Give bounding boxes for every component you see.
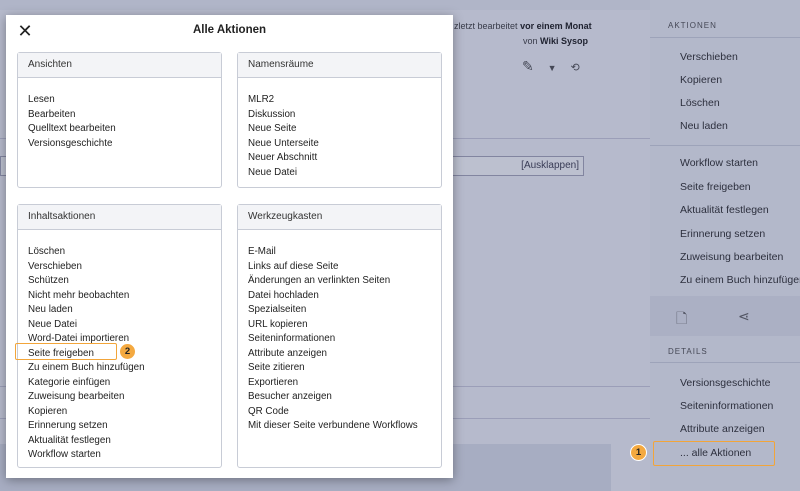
highlight-alle-aktionen	[653, 441, 775, 466]
action-besucher-anzeigen[interactable]: Besucher anzeigen	[248, 390, 441, 405]
action-seiteninformationen[interactable]: Seiteninformationen	[248, 332, 441, 347]
action-neue-unterseite[interactable]: Neue Unterseite	[248, 137, 441, 152]
callout-badge-2: 2	[119, 343, 136, 360]
action-nicht-mehr-beobachten[interactable]: Nicht mehr beobachten	[28, 289, 221, 304]
action-aktualitaet-festlegen[interactable]: Aktualität festlegen	[28, 434, 221, 449]
action-seite-zitieren[interactable]: Seite zitieren	[248, 361, 441, 376]
action-exportieren[interactable]: Exportieren	[248, 376, 441, 391]
action-kategorie-einfuegen[interactable]: Kategorie einfügen	[28, 376, 221, 391]
all-actions-dialog: ✕ Alle Aktionen Ansichten Lesen Bearbeit…	[6, 15, 453, 478]
action-neuer-abschnitt[interactable]: Neuer Abschnitt	[248, 151, 441, 166]
action-bearbeiten[interactable]: Bearbeiten	[28, 108, 221, 123]
action-spezialseiten[interactable]: Spezialseiten	[248, 303, 441, 318]
group-title: Namensräume	[238, 53, 441, 78]
action-aenderungen-verlinkt[interactable]: Änderungen an verlinkten Seiten	[248, 274, 441, 289]
action-diskussion[interactable]: Diskussion	[248, 108, 441, 123]
action-neue-datei[interactable]: Neue Datei	[28, 318, 221, 333]
group-title: Inhaltsaktionen	[18, 205, 221, 230]
action-erinnerung-setzen[interactable]: Erinnerung setzen	[28, 419, 221, 434]
action-list: Lesen Bearbeiten Quelltext bearbeiten Ve…	[18, 78, 221, 151]
action-qr-code[interactable]: QR Code	[248, 405, 441, 420]
action-neue-datei[interactable]: Neue Datei	[248, 166, 441, 181]
callout-badge-1: 1	[630, 444, 647, 461]
action-neue-seite[interactable]: Neue Seite	[248, 122, 441, 137]
action-neu-laden[interactable]: Neu laden	[28, 303, 221, 318]
action-kopieren[interactable]: Kopieren	[28, 405, 221, 420]
action-verbundene-workflows[interactable]: Mit dieser Seite verbundene Workflows	[248, 419, 441, 434]
action-lesen[interactable]: Lesen	[28, 93, 221, 108]
action-attribute-anzeigen[interactable]: Attribute anzeigen	[248, 347, 441, 362]
action-list: MLR2 Diskussion Neue Seite Neue Untersei…	[238, 78, 441, 180]
action-versionsgeschichte[interactable]: Versionsgeschichte	[28, 137, 221, 152]
action-mlr2[interactable]: MLR2	[248, 93, 441, 108]
action-verschieben[interactable]: Verschieben	[28, 260, 221, 275]
group-werkzeugkasten: Werkzeugkasten E-Mail Links auf diese Se…	[237, 204, 442, 468]
group-title: Werkzeugkasten	[238, 205, 441, 230]
action-loeschen[interactable]: Löschen	[28, 245, 221, 260]
action-schuetzen[interactable]: Schützen	[28, 274, 221, 289]
highlight-seite-freigeben	[15, 343, 117, 360]
group-title: Ansichten	[18, 53, 221, 78]
action-links-auf-seite[interactable]: Links auf diese Seite	[248, 260, 441, 275]
action-email[interactable]: E-Mail	[248, 245, 441, 260]
group-ansichten: Ansichten Lesen Bearbeiten Quelltext bea…	[17, 52, 222, 188]
action-datei-hochladen[interactable]: Datei hochladen	[248, 289, 441, 304]
action-buch-hinzufuegen[interactable]: Zu einem Buch hinzufügen	[28, 361, 221, 376]
action-url-kopieren[interactable]: URL kopieren	[248, 318, 441, 333]
dialog-title: Alle Aktionen	[192, 24, 267, 36]
action-list: E-Mail Links auf diese Seite Änderungen …	[238, 230, 441, 434]
action-workflow-starten[interactable]: Workflow starten	[28, 448, 221, 463]
action-zuweisung-bearbeiten[interactable]: Zuweisung bearbeiten	[28, 390, 221, 405]
group-namensraeume: Namensräume MLR2 Diskussion Neue Seite N…	[237, 52, 442, 188]
action-quelltext-bearbeiten[interactable]: Quelltext bearbeiten	[28, 122, 221, 137]
group-inhaltsaktionen: Inhaltsaktionen Löschen Verschieben Schü…	[17, 204, 222, 468]
